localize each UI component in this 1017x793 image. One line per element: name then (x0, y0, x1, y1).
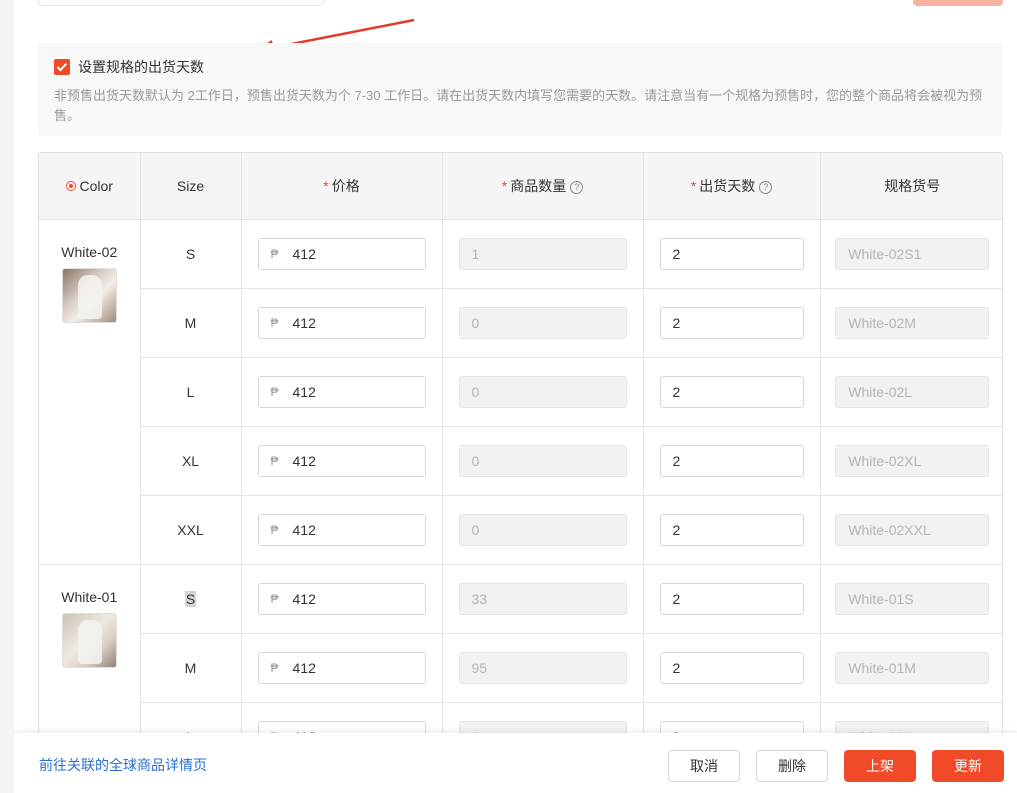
shipping-days-checkbox[interactable] (54, 59, 70, 75)
shipping-days-input[interactable]: 2 (659, 306, 804, 339)
quantity-input: 33 (458, 582, 627, 615)
color-cell: White-01 (39, 564, 141, 751)
quantity-input: 0 (458, 444, 627, 477)
shipping-days-input[interactable]: 2 (659, 582, 804, 615)
table-row: L ₱ 412 0 2 White-02L (39, 357, 1002, 427)
shipping-days-panel: 设置规格的出货天数 非预售出货天数默认为 2工作日，预售出货天数为个 7-30 … (38, 43, 1002, 136)
variation-image[interactable] (61, 267, 117, 323)
help-icon[interactable]: ? (570, 180, 584, 194)
action-footer: 前往关联的全球商品详情页 取消 删除 上架 更新 (14, 733, 1017, 793)
header-quantity: * 商品数量? (442, 153, 644, 220)
sku-input: White-01S (835, 582, 990, 615)
price-input[interactable]: ₱412 (257, 444, 426, 477)
variation-image[interactable] (61, 612, 117, 668)
product-edit-page: 设置规格的出货天数 非预售出货天数默认为 2工作日，预售出货天数为个 7-30 … (14, 0, 1017, 793)
table-row: M ₱ 412 95 2 White-01M (39, 633, 1002, 703)
peso-icon: ₱ (270, 246, 279, 261)
checkmark-icon (56, 62, 68, 72)
price-input[interactable]: ₱412 (257, 306, 426, 339)
table-row: XXL ₱ 412 0 2 White-02XXL (39, 495, 1002, 565)
top-input-partial[interactable] (38, 0, 324, 6)
color-name: White-02 (61, 243, 118, 260)
size-cell: S (140, 564, 242, 634)
peso-icon: ₱ (270, 660, 279, 675)
table-row: White-02 S ₱ 412 1 2 White-02S1 (39, 219, 1002, 565)
sku-input: White-02M (835, 306, 990, 339)
size-cell: XXL (140, 495, 242, 565)
sku-input: White-02S1 (835, 237, 990, 270)
shipping-days-toggle[interactable]: 设置规格的出货天数 (54, 58, 986, 76)
publish-button[interactable]: 上架 (844, 750, 916, 782)
table-row: White-01 S ₱ 412 33 2 White-01S (39, 564, 1002, 751)
color-cell: White-02 (39, 219, 141, 565)
peso-icon: ₱ (270, 591, 279, 606)
shipping-days-input[interactable]: 2 (659, 237, 804, 270)
shipping-days-input[interactable]: 2 (659, 651, 804, 684)
shipping-days-input[interactable]: 2 (659, 444, 804, 477)
header-price: * 价格 (241, 153, 443, 220)
size-cell: M (140, 288, 242, 358)
quantity-input: 0 (458, 375, 627, 408)
price-input[interactable]: ₱412 (257, 582, 426, 615)
header-size: Size (140, 153, 242, 220)
help-icon[interactable]: ? (759, 180, 773, 194)
sku-input: White-02XXL (835, 513, 990, 546)
sku-input: White-02L (835, 375, 990, 408)
shipping-days-label: 设置规格的出货天数 (78, 59, 204, 75)
radio-dot-icon[interactable] (65, 180, 76, 191)
price-input[interactable]: ₱412 (257, 651, 426, 684)
header-color: Color (39, 153, 141, 220)
peso-icon: ₱ (270, 522, 279, 537)
table-row: M ₱ 412 0 2 White-02M (39, 288, 1002, 358)
peso-icon: ₱ (270, 315, 279, 330)
peso-icon: ₱ (270, 453, 279, 468)
size-cell: M (140, 633, 242, 703)
size-cell: L (140, 357, 242, 427)
color-name: White-01 (61, 588, 118, 605)
price-input[interactable]: ₱412 (257, 513, 426, 546)
shipping-days-description: 非预售出货天数默认为 2工作日，预售出货天数为个 7-30 工作日。请在出货天数… (54, 88, 983, 123)
global-product-link[interactable]: 前往关联的全球商品详情页 (39, 755, 207, 775)
cancel-button[interactable]: 取消 (668, 750, 740, 782)
table-row: XL ₱ 412 0 2 White-02XL (39, 426, 1002, 496)
shipping-days-input[interactable]: 2 (659, 375, 804, 408)
quantity-input: 0 (458, 513, 627, 546)
sku-input: White-02XL (835, 444, 990, 477)
quantity-input: 1 (458, 237, 627, 270)
shipping-days-input[interactable]: 2 (659, 513, 804, 546)
price-input[interactable]: ₱412 (257, 375, 426, 408)
price-input[interactable]: ₱412 (257, 237, 426, 270)
top-button-partial[interactable] (913, 0, 1003, 6)
update-button[interactable]: 更新 (932, 750, 1004, 782)
peso-icon: ₱ (270, 384, 279, 399)
header-shipping-days: * 出货天数? (643, 153, 821, 220)
quantity-input: 95 (458, 651, 627, 684)
header-sku: 规格货号 (820, 153, 1002, 220)
table-header-row: Color Size * 价格 * 商品数量? * 出货天数? 规格货号 (39, 153, 1002, 220)
sku-input: White-01M (835, 651, 990, 684)
delete-button[interactable]: 删除 (756, 750, 828, 782)
size-cell: S (140, 219, 242, 289)
size-cell: XL (140, 426, 242, 496)
variation-table: Color Size * 价格 * 商品数量? * 出货天数? 规格货号 White-… (38, 152, 1003, 752)
quantity-input: 0 (458, 306, 627, 339)
